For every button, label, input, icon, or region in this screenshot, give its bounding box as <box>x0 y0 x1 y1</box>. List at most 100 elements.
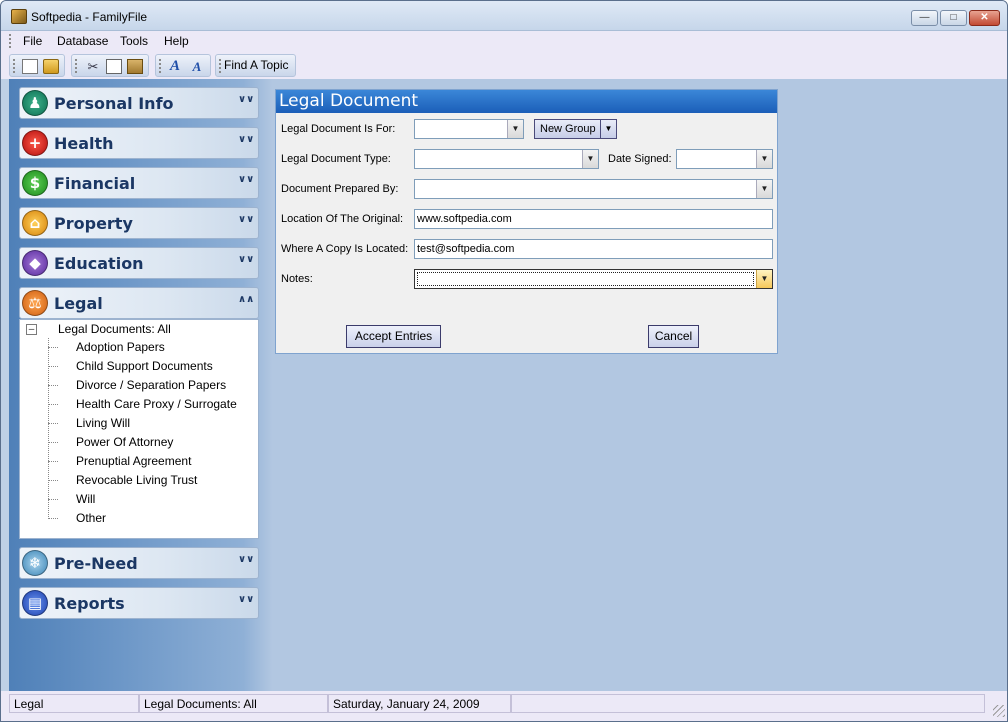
tree-item-label: Will <box>76 492 96 506</box>
menu-database[interactable]: Database <box>53 33 112 49</box>
cross-icon: + <box>22 130 48 156</box>
section-personal-info[interactable]: ♟ Personal Info ∨∨ <box>19 87 259 119</box>
scales-icon: ⚖ <box>22 290 48 316</box>
size-grip-icon[interactable] <box>993 705 1005 717</box>
date-signed-picker[interactable]: ▼ <box>676 149 773 169</box>
paste-icon[interactable] <box>127 59 143 74</box>
dropdown-arrow-icon[interactable]: ▼ <box>756 150 772 168</box>
tree-item-label: Other <box>76 511 107 525</box>
status-extra <box>511 694 985 713</box>
tree-item-label: Living Will <box>76 416 131 430</box>
maximize-button[interactable]: □ <box>940 10 967 26</box>
cancel-button[interactable]: Cancel <box>648 325 699 348</box>
menu-help[interactable]: Help <box>160 33 193 49</box>
toolbar-grip-icon[interactable] <box>159 59 162 73</box>
toolbar: ✂ A A Find A Topic <box>1 51 1007 79</box>
app-window: Softpedia - FamilyFile — □ ✕ File Databa… <box>0 0 1008 722</box>
copy-icon[interactable] <box>106 59 122 74</box>
new-group-button[interactable]: New Group ▼ <box>534 119 617 139</box>
house-icon: ⌂ <box>22 210 48 236</box>
status-date: Saturday, January 24, 2009 <box>328 694 511 713</box>
chevron-up-icon[interactable]: ∧∧ <box>238 294 254 310</box>
dropdown-arrow-icon[interactable]: ▼ <box>756 180 772 198</box>
collapse-icon[interactable]: – <box>26 324 37 335</box>
chevron-down-icon[interactable]: ∨∨ <box>238 94 254 110</box>
dollar-icon: $ <box>22 170 48 196</box>
dropdown-arrow-icon[interactable]: ▼ <box>756 270 772 288</box>
location-original-input[interactable]: www.softpedia.com <box>414 209 773 229</box>
document-icon: ▤ <box>22 590 48 616</box>
tree-item-label: Prenuptial Agreement <box>76 454 192 468</box>
legal-document-form: Legal Document Legal Document Is For: ▼ … <box>275 89 778 354</box>
section-reports[interactable]: ▤ Reports ∨∨ <box>19 587 259 619</box>
tree-item-label: Child Support Documents <box>76 359 213 373</box>
document-type-label: Legal Document Type: <box>281 153 391 165</box>
notes-label: Notes: <box>281 273 313 285</box>
copy-location-label: Where A Copy Is Located: <box>281 243 409 255</box>
accept-entries-button[interactable]: Accept Entries <box>346 325 441 348</box>
tree-item-label: Revocable Living Trust <box>76 473 198 487</box>
section-financial[interactable]: $ Financial ∨∨ <box>19 167 259 199</box>
section-label: Education <box>54 254 144 273</box>
tree-root-node[interactable]: Legal Documents: All <box>58 322 171 336</box>
menu-file[interactable]: File <box>19 33 46 49</box>
dropdown-arrow-icon[interactable]: ▼ <box>600 120 616 138</box>
close-button[interactable]: ✕ <box>969 10 1000 26</box>
graduation-cap-icon: ◆ <box>22 250 48 276</box>
cut-icon[interactable]: ✂ <box>85 59 101 74</box>
menu-bar: File Database Tools Help <box>1 31 1007 51</box>
section-education[interactable]: ◆ Education ∨∨ <box>19 247 259 279</box>
tree-item-label: Divorce / Separation Papers <box>76 378 227 392</box>
toolbar-group-file <box>9 54 65 77</box>
document-for-combo[interactable]: ▼ <box>414 119 524 139</box>
menu-tools[interactable]: Tools <box>116 33 152 49</box>
minimize-button[interactable]: — <box>911 10 938 26</box>
find-topic-button[interactable]: Find A Topic <box>224 58 289 72</box>
notes-combo[interactable]: ▼ <box>414 269 773 289</box>
prepared-by-combo[interactable]: ▼ <box>414 179 773 199</box>
prepared-by-label: Document Prepared By: <box>281 183 399 195</box>
new-document-icon[interactable] <box>22 59 38 74</box>
toolbar-grip-icon[interactable] <box>75 59 78 73</box>
section-legal[interactable]: ⚖ Legal ∧∧ <box>19 287 259 319</box>
tree-item-label: Health Care Proxy / Surrogate <box>76 397 237 411</box>
copy-location-input[interactable]: test@softpedia.com <box>414 239 773 259</box>
toolbar-grip-icon[interactable] <box>219 59 222 73</box>
section-label: Reports <box>54 594 125 613</box>
open-folder-icon[interactable] <box>43 59 59 74</box>
section-label: Personal Info <box>54 94 174 113</box>
toolbar-group-find: Find A Topic <box>215 54 296 77</box>
section-label: Pre-Need <box>54 554 138 573</box>
person-icon: ♟ <box>22 90 48 116</box>
dropdown-arrow-icon[interactable]: ▼ <box>582 150 598 168</box>
font-larger-icon[interactable]: A <box>167 59 183 74</box>
tree-item-label: Adoption Papers <box>76 340 165 354</box>
status-section: Legal <box>9 694 139 713</box>
chevron-down-icon[interactable]: ∨∨ <box>238 134 254 150</box>
chevron-down-icon[interactable]: ∨∨ <box>238 254 254 270</box>
document-type-combo[interactable]: ▼ <box>414 149 599 169</box>
toolbar-grip-icon[interactable] <box>13 59 16 73</box>
section-health[interactable]: + Health ∨∨ <box>19 127 259 159</box>
chevron-down-icon[interactable]: ∨∨ <box>238 594 254 610</box>
client-area-edge <box>985 79 1007 691</box>
form-title: Legal Document <box>276 90 777 113</box>
dropdown-arrow-icon[interactable]: ▼ <box>507 120 523 138</box>
chevron-down-icon[interactable]: ∨∨ <box>238 554 254 570</box>
section-label: Property <box>54 214 133 233</box>
location-original-label: Location Of The Original: <box>281 213 404 225</box>
section-label: Financial <box>54 174 136 193</box>
toolbar-group-font: A A <box>155 54 211 77</box>
section-pre-need[interactable]: ❄ Pre-Need ∨∨ <box>19 547 259 579</box>
familyfile-app-icon <box>11 9 27 24</box>
window-title: Softpedia - FamilyFile <box>31 10 148 24</box>
status-bar: Legal Legal Documents: All Saturday, Jan… <box>1 691 1007 721</box>
section-property[interactable]: ⌂ Property ∨∨ <box>19 207 259 239</box>
chevron-down-icon[interactable]: ∨∨ <box>238 174 254 190</box>
menu-grip-icon[interactable] <box>9 34 12 48</box>
section-label: Health <box>54 134 114 153</box>
section-label: Legal <box>54 294 103 313</box>
chevron-down-icon[interactable]: ∨∨ <box>238 214 254 230</box>
font-smaller-icon[interactable]: A <box>189 59 205 74</box>
date-signed-label: Date Signed: <box>608 153 672 165</box>
